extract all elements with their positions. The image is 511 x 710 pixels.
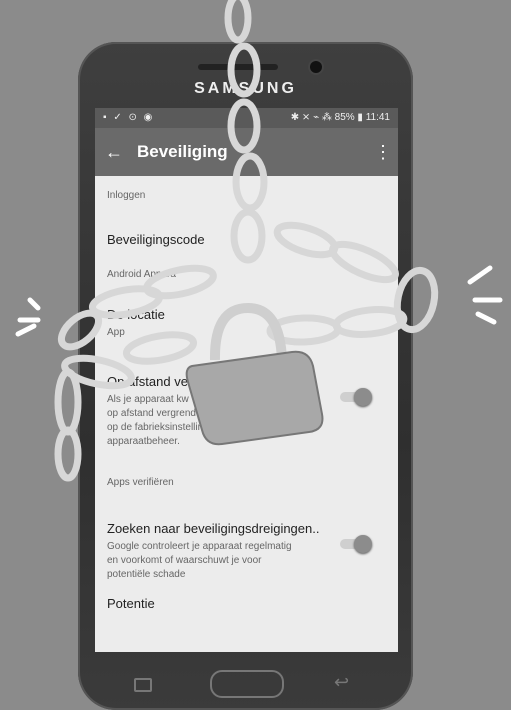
page-title: Beveiliging xyxy=(137,142,228,161)
setting-security-code[interactable]: Beveiligingscode xyxy=(95,210,398,261)
threat-scan-toggle[interactable] xyxy=(340,535,372,553)
setting-title: Beveiligingscode xyxy=(107,232,205,247)
android-navigation-bar: ↩ xyxy=(78,654,413,710)
overflow-menu-icon[interactable]: ⋮ xyxy=(374,142,392,163)
status-bar: ▪ ✓ ⊙ ◉ ✱ ⨯ ⌁ ⁂ 85% ▮ 11:41 xyxy=(95,108,398,128)
phone-brand-logo: SAMSUNG xyxy=(194,80,297,97)
setting-device-location[interactable]: De locatie App xyxy=(95,289,398,350)
section-header-login: Inloggen xyxy=(107,190,146,201)
home-button[interactable] xyxy=(210,670,284,698)
setting-title: De locatie xyxy=(107,307,165,322)
back-icon[interactable]: ↩ xyxy=(334,672,349,693)
chain-link xyxy=(54,368,82,436)
front-camera xyxy=(310,61,322,73)
setting-threat-scan[interactable]: Zoeken naar beveiligingsdreigingen.. Goo… xyxy=(95,497,398,592)
app-toolbar: ← Beveiliging ⋮ xyxy=(95,128,398,176)
toggle-knob xyxy=(354,535,372,553)
phone-screen: ▪ ✓ ⊙ ◉ ✱ ⨯ ⌁ ⁂ 85% ▮ 11:41 ← Beveiligin… xyxy=(95,108,398,652)
remote-lock-toggle[interactable] xyxy=(340,388,372,406)
setting-title: Potentie xyxy=(107,596,155,611)
section-header-apps: Apps verifiëren xyxy=(107,477,174,488)
setting-title: Zoeken naar beveiligingsdreigingen.. xyxy=(107,521,320,536)
setting-remote-lock[interactable]: Op afstand vergr Als je apparaat kw op a… xyxy=(95,350,398,459)
recent-apps-icon[interactable] xyxy=(134,678,152,692)
smartphone: SAMSUNG ▪ ✓ ⊙ ◉ ✱ ⨯ ⌁ ⁂ 85% ▮ 11:41 ← Be… xyxy=(78,42,413,710)
toggle-knob xyxy=(354,388,372,406)
earpiece-speaker xyxy=(198,64,278,70)
setting-summary: Google controleert je apparaat regelmati… xyxy=(107,541,292,580)
back-arrow-icon[interactable]: ← xyxy=(105,142,129,163)
setting-last-item[interactable]: Potentie xyxy=(95,592,398,625)
status-right-info: ✱ ⨯ ⌁ ⁂ 85% ▮ 11:41 xyxy=(290,112,390,123)
chain-link xyxy=(54,426,82,482)
setting-summary: App xyxy=(107,327,125,338)
chain-link xyxy=(224,0,252,44)
section-header-android: Android Appara xyxy=(107,269,176,280)
setting-summary: Als je apparaat kw op afstand vergrende … xyxy=(107,394,280,447)
setting-title: Op afstand vergr xyxy=(107,374,204,389)
status-left-icons: ▪ ✓ ⊙ ◉ xyxy=(103,112,155,123)
